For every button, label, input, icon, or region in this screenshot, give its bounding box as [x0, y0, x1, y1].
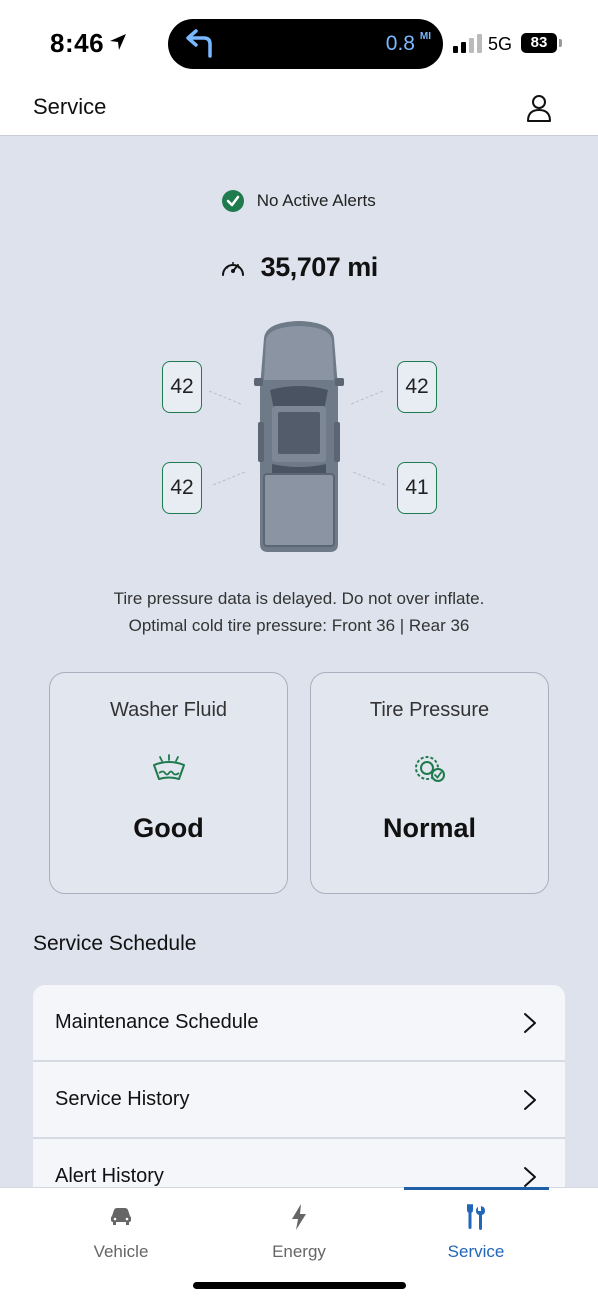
tire-front-left-pressure: 42 [162, 361, 202, 413]
service-history-item[interactable]: Service History [33, 1062, 565, 1139]
status-time: 8:46 [50, 28, 105, 58]
page-title: Service [33, 94, 107, 119]
check-circle-icon [222, 190, 245, 212]
battery-level: 83 [521, 33, 557, 53]
tire-front-right-pressure: 42 [397, 361, 437, 413]
tire-note-delay: Tire pressure data is delayed. Do not ov… [113, 589, 485, 608]
person-icon[interactable] [524, 93, 554, 123]
alert-status-text: No Active Alerts [256, 191, 376, 210]
tab-label: Service [447, 1242, 505, 1261]
chevron-right-icon [524, 1013, 536, 1033]
tire-leader-line [213, 471, 245, 486]
tire-rear-left-pressure: 42 [162, 462, 202, 514]
washer-fluid-value: Good [133, 813, 204, 843]
odometer-value: 35,707 mi [260, 252, 379, 282]
chevron-right-icon [524, 1090, 536, 1110]
tire-pressure-card[interactable]: Tire Pressure Normal [310, 672, 549, 894]
service-schedule-heading: Service Schedule [33, 932, 197, 955]
signal-icon [453, 34, 482, 53]
home-indicator [193, 1282, 406, 1289]
tire-pressure-icon [414, 756, 445, 782]
tire-rear-right-pressure: 41 [397, 462, 437, 514]
truck-top-view-image [254, 321, 344, 552]
tools-icon [467, 1204, 485, 1230]
app-header: Service [0, 86, 598, 136]
active-tab-indicator [404, 1187, 549, 1190]
tab-service[interactable]: Service [411, 1202, 541, 1262]
tab-vehicle[interactable]: Vehicle [56, 1202, 186, 1262]
tab-label: Energy [272, 1242, 326, 1261]
tab-label: Vehicle [93, 1242, 149, 1261]
location-arrow-icon [110, 34, 126, 50]
list-item-label: Alert History [55, 1165, 164, 1187]
nav-distance: 0.8 [385, 32, 415, 55]
car-icon [111, 1208, 131, 1225]
turn-arrow-icon [186, 29, 212, 58]
service-schedule-list: Maintenance Schedule Service History Ale… [33, 985, 565, 1190]
network-type: 5G [488, 34, 513, 54]
windshield-washer-icon [152, 754, 185, 780]
tire-note-optimal: Optimal cold tire pressure: Front 36 | R… [128, 616, 470, 635]
maintenance-schedule-item[interactable]: Maintenance Schedule [33, 985, 565, 1062]
chevron-right-icon [524, 1167, 536, 1187]
odometer: 35,707 mi [0, 252, 598, 283]
alert-status: No Active Alerts [0, 190, 598, 212]
washer-fluid-card[interactable]: Washer Fluid Good [49, 672, 288, 894]
speedometer-icon [222, 261, 245, 276]
nav-distance-unit: MI [419, 31, 431, 42]
card-title: Tire Pressure [369, 699, 490, 721]
bottom-nav: Vehicle Energy Service [0, 1187, 598, 1300]
card-title: Washer Fluid [109, 699, 228, 721]
tire-pressure-value: Normal [382, 813, 477, 843]
list-item-label: Maintenance Schedule [55, 1011, 259, 1033]
alert-history-item[interactable]: Alert History [33, 1139, 565, 1190]
lightning-icon [292, 1204, 306, 1230]
list-item-label: Service History [55, 1088, 190, 1110]
tire-leader-line [351, 390, 383, 405]
tire-leader-line [209, 390, 241, 405]
dynamic-island[interactable]: 0.8 MI [168, 19, 443, 69]
status-bar: 8:46 0.8 MI 5G 83 [0, 0, 598, 86]
tab-energy[interactable]: Energy [234, 1202, 364, 1262]
tire-leader-line [353, 471, 385, 486]
battery-tip [559, 39, 562, 47]
